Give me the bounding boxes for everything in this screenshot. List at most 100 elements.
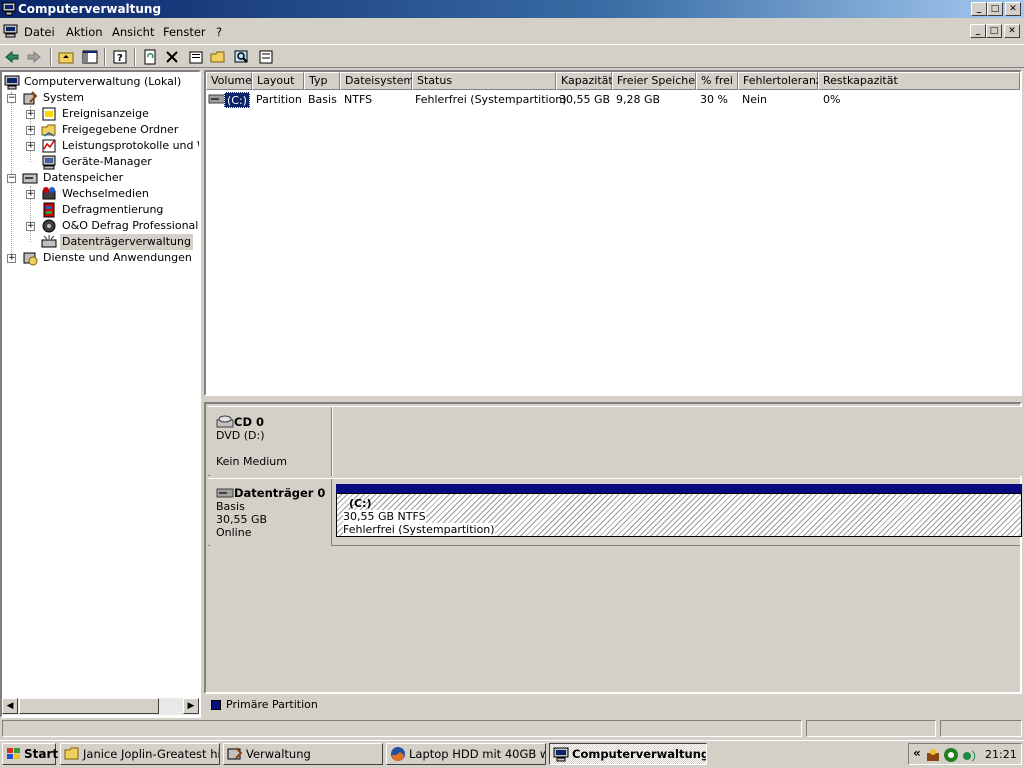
expand-toggle[interactable]: + xyxy=(7,254,16,263)
tree-label: Datenspeicher xyxy=(43,171,124,184)
disk-row-cd0[interactable]: CD 0 DVD (D:) Kein Medium xyxy=(208,406,1022,476)
console-tree[interactable]: Computerverwaltung (Lokal) − System + Er… xyxy=(0,70,201,718)
disk-graphical-view: CD 0 DVD (D:) Kein Medium Datenträger 0 … xyxy=(204,402,1022,694)
menu-ansicht[interactable]: Ansicht xyxy=(112,25,154,39)
column-header-restkapazitaet[interactable]: Restkapazität xyxy=(818,72,1020,90)
properties-help-icon[interactable]: ? xyxy=(110,47,130,67)
disk-info-cd0[interactable]: CD 0 DVD (D:) Kein Medium xyxy=(210,407,332,476)
tree-label: Ereignisanzeige xyxy=(62,107,149,120)
open-folder-icon[interactable] xyxy=(208,47,228,67)
event-viewer-icon xyxy=(42,107,56,121)
forward-arrow-icon[interactable] xyxy=(24,47,44,67)
expand-toggle[interactable]: + xyxy=(26,126,35,135)
volume-list[interactable]: Volume Layout Typ Dateisystem Status Kap… xyxy=(204,70,1022,396)
table-cell-typ: Basis xyxy=(308,93,337,106)
tray-wireless-icon[interactable] xyxy=(961,747,977,763)
device-manager-icon xyxy=(42,155,56,170)
tray-app-icon[interactable] xyxy=(925,747,941,763)
expand-toggle[interactable]: + xyxy=(26,222,35,231)
legend-label: Primäre Partition xyxy=(226,698,318,711)
scroll-left-button[interactable]: ◀ xyxy=(2,698,18,714)
minimize-button[interactable]: _ xyxy=(971,2,987,16)
tray-expand-chevron[interactable]: « xyxy=(913,746,921,760)
toolbar-separator xyxy=(50,48,52,66)
column-header-volume[interactable]: Volume xyxy=(206,72,252,90)
column-header-freier-speicher[interactable]: Freier Speicher xyxy=(612,72,700,90)
taskbar-button-firefox[interactable]: Laptop HDD mit 40GB wir... xyxy=(386,743,546,765)
toolbar-separator xyxy=(104,48,106,66)
disk-size: 30,55 GB xyxy=(216,513,268,526)
table-cell-freier-speicher: 9,28 GB xyxy=(616,93,661,106)
table-cell-fehlertoleranz: Nein xyxy=(742,93,768,106)
tree-label: Computerverwaltung (Lokal) xyxy=(24,75,182,88)
cd-empty-area xyxy=(332,407,1022,476)
column-header-status[interactable]: Status xyxy=(412,72,556,90)
disk-type: DVD (D:) xyxy=(216,429,265,442)
up-folder-icon[interactable] xyxy=(56,47,76,67)
restore-button[interactable]: □ xyxy=(987,2,1003,16)
column-header-layout[interactable]: Layout xyxy=(252,72,304,90)
properties-icon[interactable] xyxy=(186,47,206,67)
expand-toggle[interactable]: + xyxy=(26,190,35,199)
menu-aktion[interactable]: Aktion xyxy=(66,25,103,39)
tree-horizontal-scrollbar[interactable]: ◀ ▶ xyxy=(2,698,199,715)
table-cell-prozent-frei: 30 % xyxy=(700,93,728,106)
taskbar-button-janice-joplin[interactable]: Janice Joplin-Greatest hits xyxy=(60,743,220,765)
scroll-thumb[interactable] xyxy=(19,698,159,714)
partition-status: Fehlerfrei (Systempartition) xyxy=(343,523,495,536)
computer-icon xyxy=(553,747,569,762)
disk-name: Datenträger 0 xyxy=(234,486,326,500)
tree-label: System xyxy=(43,91,85,104)
collapse-toggle[interactable]: − xyxy=(7,94,16,103)
menu-datei[interactable]: Datei xyxy=(24,25,55,39)
refresh-icon[interactable] xyxy=(140,47,160,67)
mdi-restore-button[interactable]: □ xyxy=(986,24,1002,38)
task-label: Laptop HDD mit 40GB wir... xyxy=(409,747,545,761)
task-label: Janice Joplin-Greatest hits xyxy=(83,747,220,761)
column-header-fehlertoleranz[interactable]: Fehlertoleranz xyxy=(738,72,822,90)
tree-label: Defragmentierung xyxy=(62,203,164,216)
folder-icon xyxy=(64,747,79,760)
column-header-dateisystem[interactable]: Dateisystem xyxy=(340,72,414,90)
system-tray: « 21:21 xyxy=(908,743,1022,765)
menu-bar: Datei Aktion Ansicht Fenster ? _ □ ✕ xyxy=(0,22,1024,42)
disk-list-icon[interactable] xyxy=(256,47,276,67)
back-arrow-icon[interactable] xyxy=(2,47,22,67)
window-title-bar[interactable]: Computerverwaltung _ □ ✕ xyxy=(0,0,1024,18)
menu-fenster[interactable]: Fenster xyxy=(163,25,206,39)
hard-disk-icon xyxy=(216,488,234,498)
mdi-close-button[interactable]: ✕ xyxy=(1004,24,1020,38)
column-header-typ[interactable]: Typ xyxy=(304,72,340,90)
system-tools-icon xyxy=(23,91,38,105)
disk-row-disk0[interactable]: Datenträger 0 Basis 30,55 GB Online (C:)… xyxy=(208,478,1022,546)
toolbar: ? xyxy=(0,44,1024,68)
delete-icon[interactable] xyxy=(162,47,182,67)
expand-toggle[interactable]: + xyxy=(26,142,35,151)
system-menu-icon[interactable] xyxy=(3,24,18,38)
column-header-kapazitaet[interactable]: Kapazität xyxy=(556,72,613,90)
disk-info-disk0[interactable]: Datenträger 0 Basis 30,55 GB Online xyxy=(210,479,332,546)
search-icon[interactable] xyxy=(232,47,252,67)
status-panel xyxy=(940,720,1022,737)
oo-defrag-icon xyxy=(42,219,56,233)
column-header-prozent-frei[interactable]: % frei xyxy=(696,72,738,90)
taskbar-button-computerverwaltung[interactable]: Computerverwaltung xyxy=(549,743,707,765)
partition-c[interactable]: (C:) 30,55 GB NTFS Fehlerfrei (Systempar… xyxy=(336,493,1022,537)
taskbar-button-verwaltung[interactable]: Verwaltung xyxy=(223,743,383,765)
scroll-right-button[interactable]: ▶ xyxy=(183,698,199,714)
disk-name: CD 0 xyxy=(234,415,264,429)
removable-media-icon xyxy=(42,187,56,200)
collapse-toggle[interactable]: − xyxy=(7,174,16,183)
mdi-minimize-button[interactable]: _ xyxy=(970,24,986,38)
show-hide-tree-icon[interactable] xyxy=(80,47,100,67)
close-button[interactable]: ✕ xyxy=(1005,2,1021,16)
expand-toggle[interactable]: + xyxy=(26,110,35,119)
table-cell-restkapazitaet: 0% xyxy=(823,93,841,106)
shared-folder-icon xyxy=(41,124,56,137)
menu-help[interactable]: ? xyxy=(216,25,222,39)
status-panel xyxy=(806,720,936,737)
disk-state: Online xyxy=(216,526,252,539)
tray-network-icon[interactable] xyxy=(943,747,959,763)
table-cell-status: Fehlerfrei (Systempartition) xyxy=(415,93,567,106)
start-button[interactable]: Start xyxy=(2,743,58,765)
